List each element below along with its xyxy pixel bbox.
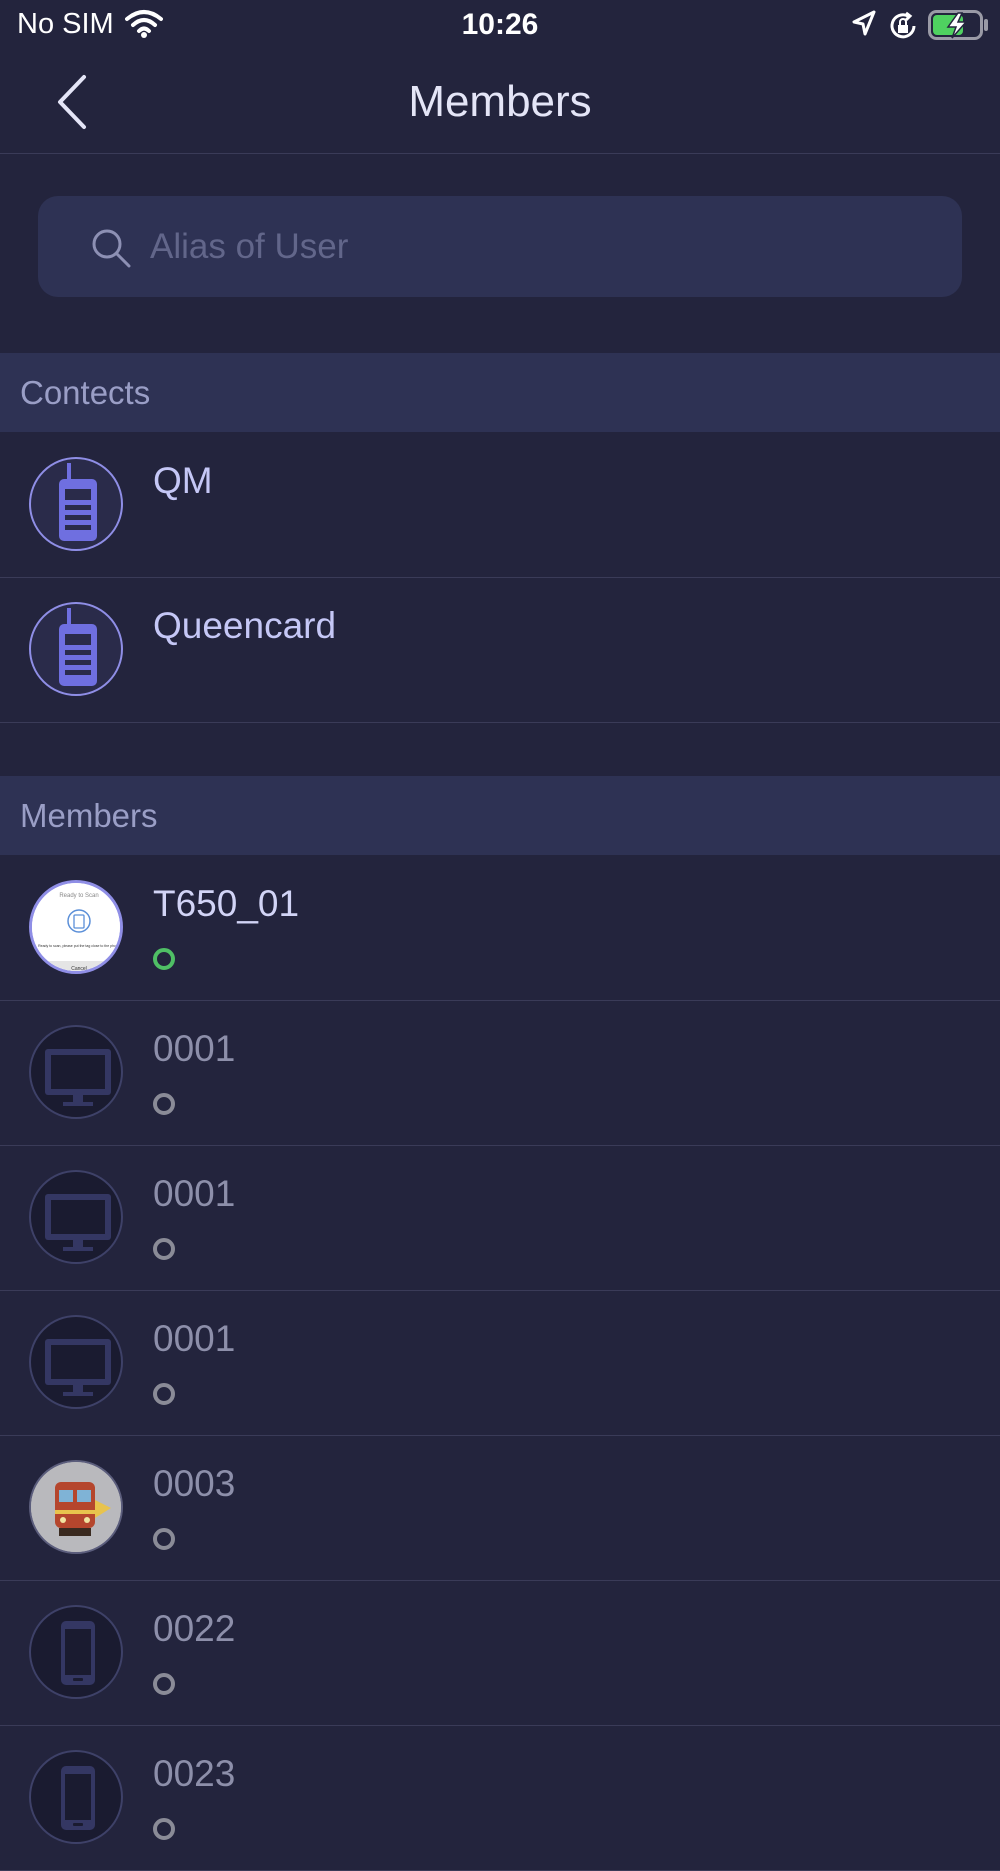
member-avatar-photo: Ready to Scan Ready to scan, please put …: [29, 880, 123, 974]
train-image-avatar: [29, 1460, 123, 1554]
member-row[interactable]: 0001: [0, 1145, 1000, 1291]
offline-status-icon: [153, 1093, 175, 1115]
monitor-icon: [29, 1170, 123, 1264]
phone-icon: [29, 1605, 123, 1699]
walkie-talkie-icon: [29, 457, 123, 551]
search-icon: [90, 227, 132, 274]
search-input[interactable]: [148, 216, 932, 278]
member-row[interactable]: Ready to Scan Ready to scan, please put …: [0, 855, 1000, 1001]
location-arrow-icon: [851, 10, 877, 43]
phone-icon: [29, 1750, 123, 1844]
walkie-talkie-icon: [29, 602, 123, 696]
member-row[interactable]: 0023: [0, 1725, 1000, 1871]
member-row[interactable]: 0003: [0, 1435, 1000, 1581]
member-name: 0003: [153, 1463, 236, 1504]
contact-name: Queencard: [153, 605, 337, 646]
monitor-icon: [29, 1025, 123, 1119]
thumbnail-body: Ready to scan, please put the tag close …: [38, 944, 120, 948]
clock-label: 10:26: [461, 8, 539, 41]
offline-status-icon: [153, 1818, 175, 1840]
members-section-header: Members: [0, 776, 1000, 855]
contact-row[interactable]: QM: [0, 432, 1000, 578]
rotation-lock-icon: [888, 11, 918, 46]
member-name: 0022: [153, 1608, 236, 1649]
member-row[interactable]: 0001: [0, 1290, 1000, 1436]
online-status-icon: [153, 948, 175, 970]
offline-status-icon: [153, 1673, 175, 1695]
section-title: Contects: [20, 374, 151, 411]
offline-status-icon: [153, 1238, 175, 1260]
member-name: 0001: [153, 1173, 236, 1214]
search-bar[interactable]: [38, 196, 962, 297]
monitor-icon: [29, 1315, 123, 1409]
contact-name: QM: [153, 460, 213, 501]
member-row[interactable]: 0022: [0, 1580, 1000, 1726]
member-name: 0001: [153, 1318, 236, 1359]
status-bar: No SIM 10:26: [0, 0, 1000, 50]
section-title: Members: [20, 797, 158, 834]
member-name: 0023: [153, 1753, 236, 1794]
offline-status-icon: [153, 1528, 175, 1550]
thumbnail-cancel: Cancel: [71, 966, 87, 972]
member-row[interactable]: 0001: [0, 1000, 1000, 1146]
nav-bar: Members: [0, 50, 1000, 154]
thumbnail-title: Ready to Scan: [59, 893, 98, 899]
battery-charging-icon: [928, 10, 990, 45]
page-title: Members: [408, 77, 592, 126]
offline-status-icon: [153, 1383, 175, 1405]
member-name: 0001: [153, 1028, 236, 1069]
contact-row[interactable]: Queencard: [0, 577, 1000, 723]
contacts-section-header: Contects: [0, 353, 1000, 432]
member-name: T650_01: [153, 883, 300, 924]
